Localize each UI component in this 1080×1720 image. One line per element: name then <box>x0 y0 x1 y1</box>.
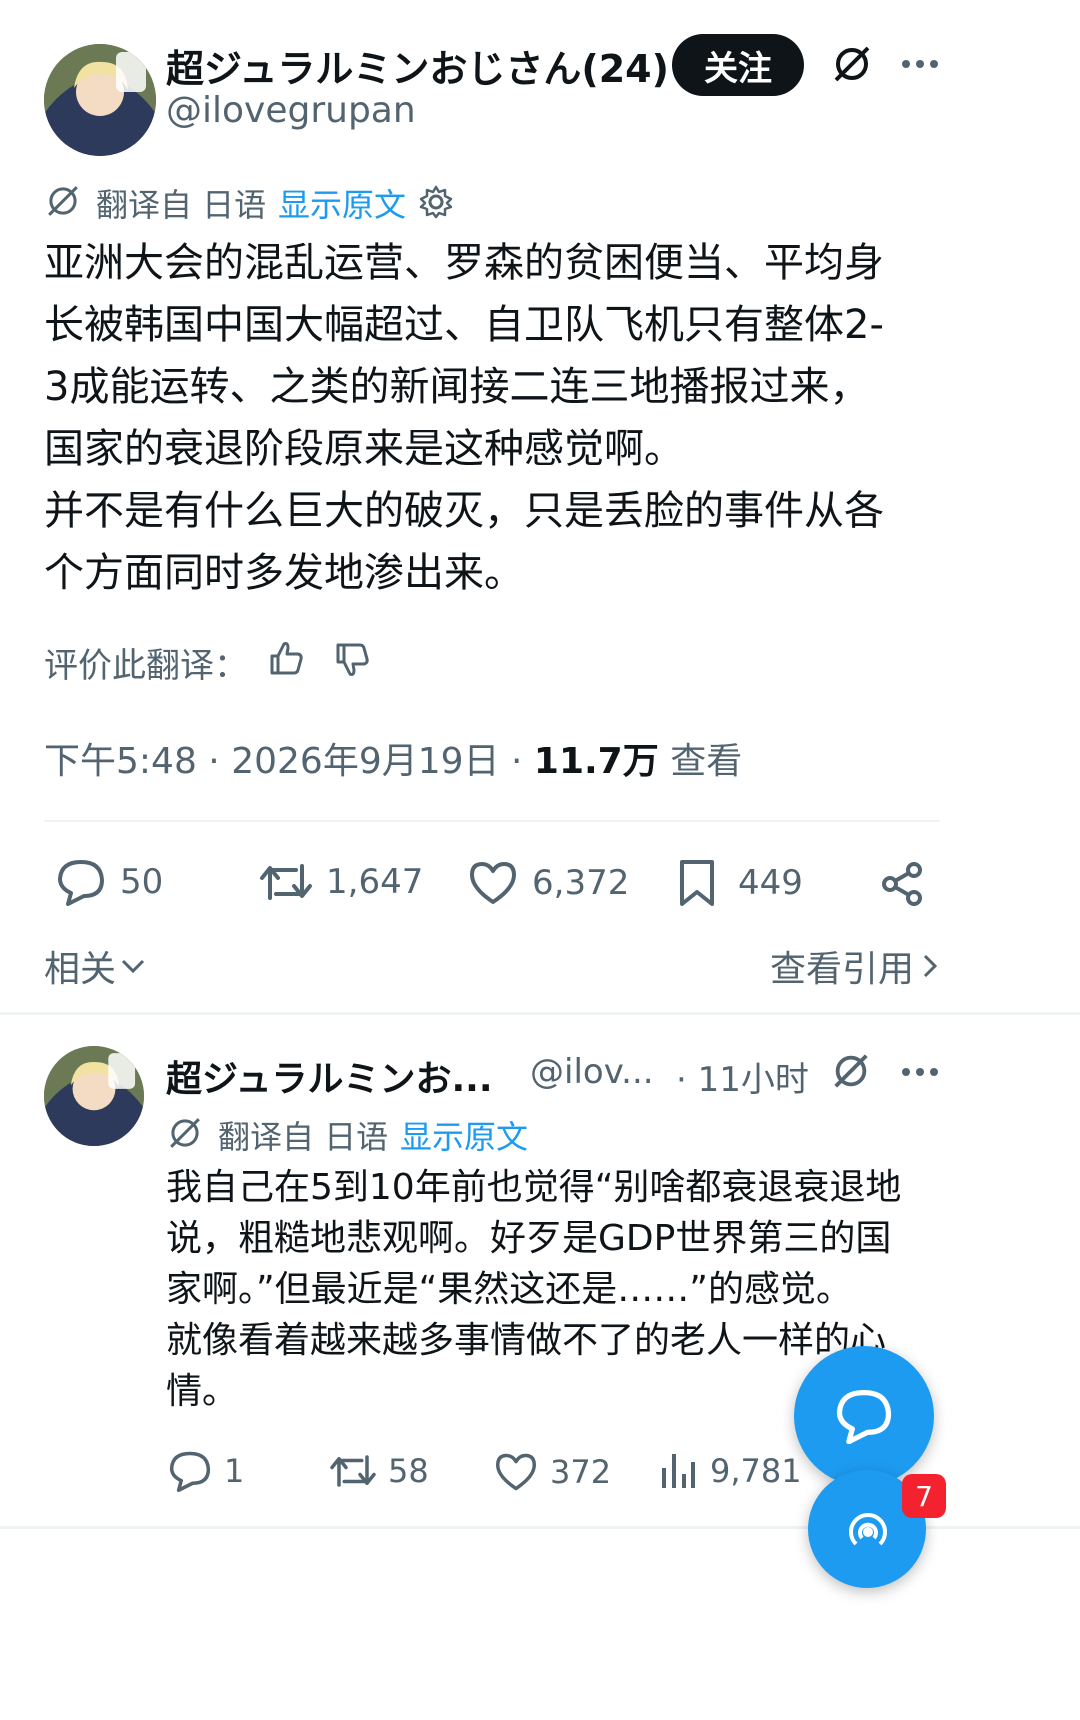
tweet-body-line: 长被韩国中国大幅超过、自卫队飞机只有整体2- <box>44 302 884 348</box>
section-divider <box>0 1012 1080 1015</box>
tweet-body-line: 3成能运转、之类的新闻接二连三地播报过来， <box>44 364 870 410</box>
view-quotes-label: 查看引用 <box>770 949 915 990</box>
grok-icon[interactable] <box>830 1050 872 1092</box>
like-button[interactable]: 6,372 <box>468 860 629 906</box>
views-count: 11.7万 <box>533 741 659 782</box>
tweet-body-line: 国家的衰退阶段原来是这种感觉啊。 <box>44 426 684 472</box>
reply-author-handle[interactable]: @ilov... <box>530 1052 654 1092</box>
heart-icon <box>468 860 518 906</box>
reply-avatar[interactable] <box>44 1046 144 1146</box>
bookmark-count: 449 <box>738 863 803 903</box>
chat-bubble-icon <box>834 1388 894 1444</box>
views-label: 查看 <box>670 741 743 782</box>
reply-reply-button[interactable]: 1 <box>168 1450 244 1492</box>
views-count: 9,781 <box>710 1452 802 1490</box>
tweet-date[interactable]: 2026年9月19日 <box>231 741 499 782</box>
reply-author-name[interactable]: 超ジュラルミンお... <box>166 1050 493 1102</box>
reply-count: 1 <box>224 1452 245 1490</box>
tweet-body-line: 并不是有什么巨大的破灭，只是丢脸的事件从各 <box>44 488 884 534</box>
tweet-body: 亚洲大会的混乱运营、罗森的贫困便当、平均身 长被韩国中国大幅超过、自卫队飞机只有… <box>44 232 1044 604</box>
reply-body-line: 我自己在5到10年前也觉得“别啥都衰退衰退地 <box>166 1167 902 1208</box>
chevron-right-icon <box>922 952 938 980</box>
settings-gear-icon[interactable] <box>418 184 454 220</box>
reply-icon <box>56 858 106 906</box>
thumbs-down-icon[interactable] <box>332 640 372 680</box>
more-options-icon[interactable] <box>900 1066 940 1078</box>
reply-views-button[interactable]: 9,781 <box>660 1450 802 1492</box>
translate-icon <box>44 182 82 220</box>
show-original-link[interactable]: 显示原文 <box>278 180 406 226</box>
follow-button[interactable]: 关注 <box>672 34 804 96</box>
author-handle[interactable]: @ilovegrupan <box>166 90 416 131</box>
translate-icon <box>166 1114 204 1152</box>
retweet-count: 58 <box>388 1452 429 1490</box>
tweet-body-line: 亚洲大会的混乱运营、罗森的贫困便当、平均身 <box>44 240 884 286</box>
reply-button[interactable]: 50 <box>56 858 163 906</box>
divider <box>44 820 940 822</box>
related-label: 相关 <box>44 949 117 990</box>
reply-icon <box>168 1450 212 1492</box>
tweet-time[interactable]: 下午5:48 <box>44 741 197 782</box>
share-icon[interactable] <box>878 860 926 908</box>
tweet-meta: 下午5:48 · 2026年9月19日 · 11.7万 查看 <box>44 732 742 784</box>
retweet-icon <box>258 858 314 906</box>
heart-icon <box>494 1452 538 1492</box>
reply-like-button[interactable]: 372 <box>494 1452 611 1492</box>
tweet-body-line: 个方面同时多发地渗出来。 <box>44 550 524 596</box>
reply-count: 50 <box>120 862 164 902</box>
notification-badge: 7 <box>902 1474 946 1518</box>
author-name[interactable]: 超ジュラルミンおじさん(24) <box>166 38 669 93</box>
related-dropdown[interactable]: 相关 <box>44 940 146 992</box>
bookmark-button[interactable]: 449 <box>676 858 803 908</box>
reply-body-line: 家啊。”但最近是“果然这还是……”的感觉。 <box>166 1269 852 1310</box>
bookmark-icon <box>676 858 718 908</box>
like-count: 6,372 <box>532 863 630 903</box>
more-options-icon[interactable] <box>900 58 940 70</box>
retweet-button[interactable]: 1,647 <box>258 858 423 906</box>
retweet-count: 1,647 <box>326 862 424 902</box>
broadcast-icon <box>842 1506 894 1558</box>
view-quotes-link[interactable]: 查看引用 <box>770 940 938 992</box>
reply-retweet-button[interactable]: 58 <box>328 1450 429 1492</box>
reply-translated-from-label: 翻译自 日语 <box>218 1118 389 1156</box>
rate-translation-label: 评价此翻译： <box>44 646 248 686</box>
reply-time-ago[interactable]: · 11小时 <box>676 1052 809 1101</box>
compose-fab[interactable] <box>794 1346 934 1486</box>
translated-from-label: 翻译自 日语 <box>96 186 267 224</box>
thumbs-up-icon[interactable] <box>266 638 306 678</box>
chevron-down-icon <box>120 956 146 976</box>
reply-body-line: 说，粗糙地悲观啊。好歹是GDP世界第三的国 <box>166 1218 892 1259</box>
analytics-icon <box>660 1450 696 1492</box>
retweet-icon <box>328 1450 378 1492</box>
like-count: 372 <box>550 1453 612 1491</box>
meta-separator: · <box>208 741 220 782</box>
meta-separator: · <box>511 741 523 782</box>
grok-icon[interactable] <box>830 42 874 86</box>
reply-show-original-link[interactable]: 显示原文 <box>400 1112 528 1158</box>
avatar[interactable] <box>44 44 156 156</box>
